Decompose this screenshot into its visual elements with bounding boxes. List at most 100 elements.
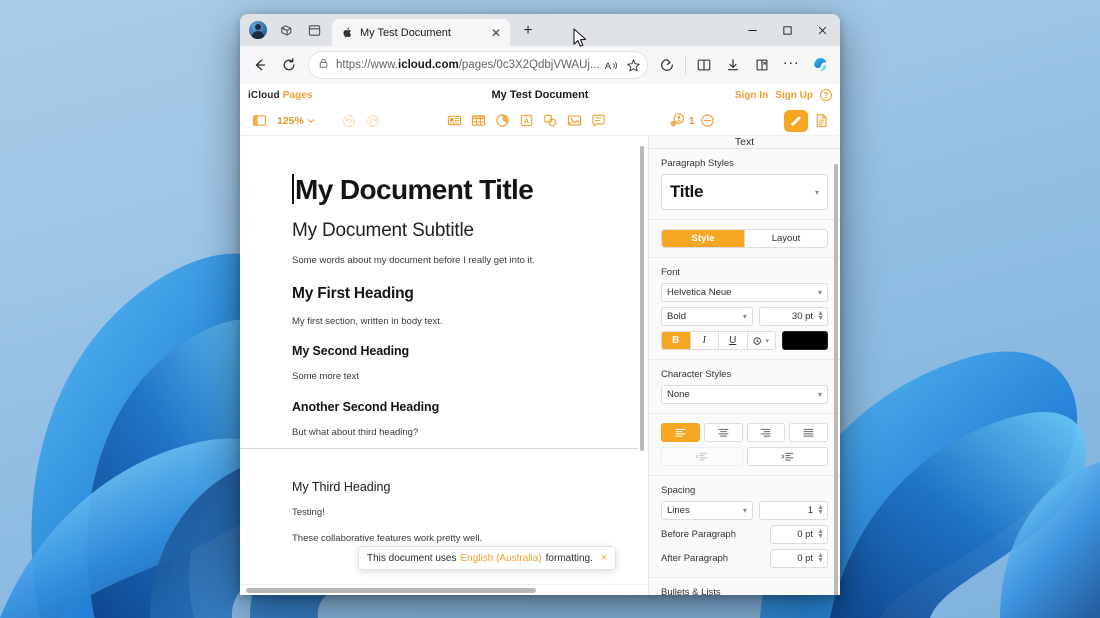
stepper-arrows-icon[interactable]: ▲▼ bbox=[817, 530, 824, 539]
align-center-button[interactable] bbox=[704, 423, 743, 442]
stepper-arrows-icon[interactable]: ▲▼ bbox=[817, 312, 824, 321]
before-paragraph-stepper[interactable]: 0 pt ▲▼ bbox=[770, 525, 828, 544]
font-style-row: B I U ▾ bbox=[661, 331, 828, 350]
stepper-arrows-icon[interactable]: ▲▼ bbox=[817, 554, 824, 563]
minimize-icon bbox=[747, 25, 758, 36]
tab-style[interactable]: Style bbox=[662, 230, 744, 247]
zoom-level-select[interactable]: 125% bbox=[272, 113, 320, 129]
copilot-workspaces-button[interactable] bbox=[273, 17, 299, 43]
document-paragraph-4[interactable]: Testing! bbox=[292, 507, 608, 520]
icloud-brand[interactable]: iCloudPages bbox=[248, 90, 313, 101]
collaborate-button[interactable]: 1 bbox=[669, 113, 695, 128]
document-page[interactable]: My Document Title My Document Subtitle S… bbox=[240, 136, 648, 584]
after-paragraph-stepper[interactable]: 0 pt ▲▼ bbox=[770, 549, 828, 568]
copilot-icon bbox=[811, 56, 829, 74]
refresh-button[interactable] bbox=[275, 51, 303, 79]
toast-close-icon[interactable]: × bbox=[601, 553, 607, 564]
spacing-lines-stepper[interactable]: 1 ▲▼ bbox=[759, 501, 828, 520]
document-heading-3[interactable]: Another Second Heading bbox=[292, 400, 608, 414]
insert-textbox-button[interactable] bbox=[443, 110, 465, 132]
inspector-scrollbar[interactable] bbox=[834, 164, 838, 595]
chevron-down-icon: ▾ bbox=[743, 506, 747, 515]
italic-button[interactable]: I bbox=[690, 332, 719, 349]
character-style-select[interactable]: None ▾ bbox=[661, 385, 828, 404]
document-heading-4[interactable]: My Third Heading bbox=[292, 480, 608, 494]
align-right-button[interactable] bbox=[747, 423, 786, 442]
undo-button[interactable] bbox=[338, 110, 360, 132]
align-justify-button[interactable] bbox=[789, 423, 828, 442]
font-size-stepper[interactable]: 30 pt ▲▼ bbox=[759, 307, 828, 326]
collaborate-icon bbox=[669, 113, 686, 128]
sidebar-toggle-button[interactable] bbox=[248, 110, 270, 132]
document-paragraph-3[interactable]: But what about third heading? bbox=[292, 427, 608, 440]
settings-more-button[interactable]: ··· bbox=[777, 51, 805, 79]
back-button[interactable] bbox=[246, 51, 274, 79]
new-tab-button[interactable]: + bbox=[515, 18, 541, 44]
document-paragraph-intro[interactable]: Some words about my document before I re… bbox=[292, 255, 608, 268]
paragraph-style-select[interactable]: Title ▾ bbox=[661, 174, 828, 210]
format-button[interactable] bbox=[784, 110, 808, 132]
sign-up-link[interactable]: Sign Up bbox=[775, 90, 813, 101]
canvas-horizontal-scrollbar[interactable] bbox=[246, 588, 536, 593]
browser-essentials-button[interactable] bbox=[653, 51, 681, 79]
help-icon[interactable]: ? bbox=[820, 89, 832, 101]
align-left-button[interactable] bbox=[661, 423, 700, 442]
before-paragraph-value: 0 pt bbox=[776, 529, 813, 540]
font-family-select[interactable]: Helvetica Neue ▾ bbox=[661, 283, 828, 302]
document-subtitle[interactable]: My Document Subtitle bbox=[292, 220, 608, 242]
downloads-button[interactable] bbox=[719, 51, 747, 79]
align-justify-icon bbox=[803, 428, 814, 437]
alignment-buttons bbox=[661, 423, 828, 442]
tab-strip: My Test Document ✕ + bbox=[240, 14, 840, 46]
minimize-button[interactable] bbox=[735, 14, 770, 46]
underline-button[interactable]: U bbox=[718, 332, 747, 349]
canvas-horizontal-scroll-area bbox=[240, 584, 648, 595]
increase-indent-button[interactable] bbox=[747, 447, 829, 466]
decrease-indent-button[interactable] bbox=[661, 447, 743, 466]
sign-in-link[interactable]: Sign In bbox=[735, 90, 768, 101]
split-screen-button[interactable] bbox=[690, 51, 718, 79]
document-canvas[interactable]: My Document Title My Document Subtitle S… bbox=[240, 136, 648, 584]
more-text-options-button[interactable]: ▾ bbox=[747, 332, 776, 349]
tab-close-icon[interactable]: ✕ bbox=[488, 25, 504, 41]
favorite-button[interactable] bbox=[622, 54, 644, 76]
profile-avatar-button[interactable] bbox=[245, 17, 271, 43]
insert-chart-button[interactable] bbox=[491, 110, 513, 132]
stepper-arrows-icon[interactable]: ▲▼ bbox=[817, 506, 824, 515]
document-heading-2[interactable]: My Second Heading bbox=[292, 344, 608, 358]
spacing-mode-select[interactable]: Lines ▾ bbox=[661, 501, 753, 520]
redo-button[interactable] bbox=[362, 110, 384, 132]
read-aloud-button[interactable]: A bbox=[600, 54, 622, 76]
document-paragraph-2[interactable]: Some more text bbox=[292, 371, 608, 384]
font-weight-select[interactable]: Bold ▾ bbox=[661, 307, 753, 326]
insert-comment-button[interactable] bbox=[587, 110, 609, 132]
document-heading-1[interactable]: My First Heading bbox=[292, 285, 608, 303]
window-close-button[interactable] bbox=[805, 14, 840, 46]
paragraph-styles-section: Paragraph Styles Title ▾ bbox=[649, 149, 840, 220]
maximize-button[interactable] bbox=[770, 14, 805, 46]
toast-language: English (Australia) bbox=[461, 553, 542, 564]
bold-button[interactable]: B bbox=[662, 332, 690, 349]
tab-actions-menu-button[interactable] bbox=[301, 17, 327, 43]
star-icon bbox=[626, 58, 641, 73]
insert-shape-button[interactable] bbox=[539, 110, 561, 132]
more-options-button[interactable] bbox=[697, 110, 719, 132]
insert-table-button[interactable] bbox=[467, 110, 489, 132]
collections-button[interactable] bbox=[748, 51, 776, 79]
after-paragraph-value: 0 pt bbox=[776, 553, 813, 564]
document-paragraph-5[interactable]: These collaborative features work pretty… bbox=[292, 533, 608, 546]
text-color-swatch[interactable] bbox=[782, 331, 828, 350]
redo-icon bbox=[366, 114, 380, 128]
tab-layout[interactable]: Layout bbox=[744, 230, 827, 247]
insert-media-button[interactable] bbox=[563, 110, 585, 132]
url-omnibox[interactable]: https://www.icloud.com/pages/0c3X2QdbjVW… bbox=[308, 51, 648, 79]
document-heading-title[interactable]: My Document Title bbox=[292, 174, 608, 206]
insert-text-button[interactable]: A bbox=[515, 110, 537, 132]
character-styles-section: Character Styles None ▾ bbox=[649, 360, 840, 414]
browser-tab[interactable]: My Test Document ✕ bbox=[332, 19, 510, 46]
document-setup-button[interactable] bbox=[810, 110, 832, 132]
canvas-vertical-scrollbar[interactable] bbox=[640, 146, 644, 451]
copilot-button[interactable] bbox=[806, 51, 834, 79]
document-paragraph-1[interactable]: My first section, written in body text. bbox=[292, 316, 608, 329]
tab-title: My Test Document bbox=[360, 27, 488, 39]
